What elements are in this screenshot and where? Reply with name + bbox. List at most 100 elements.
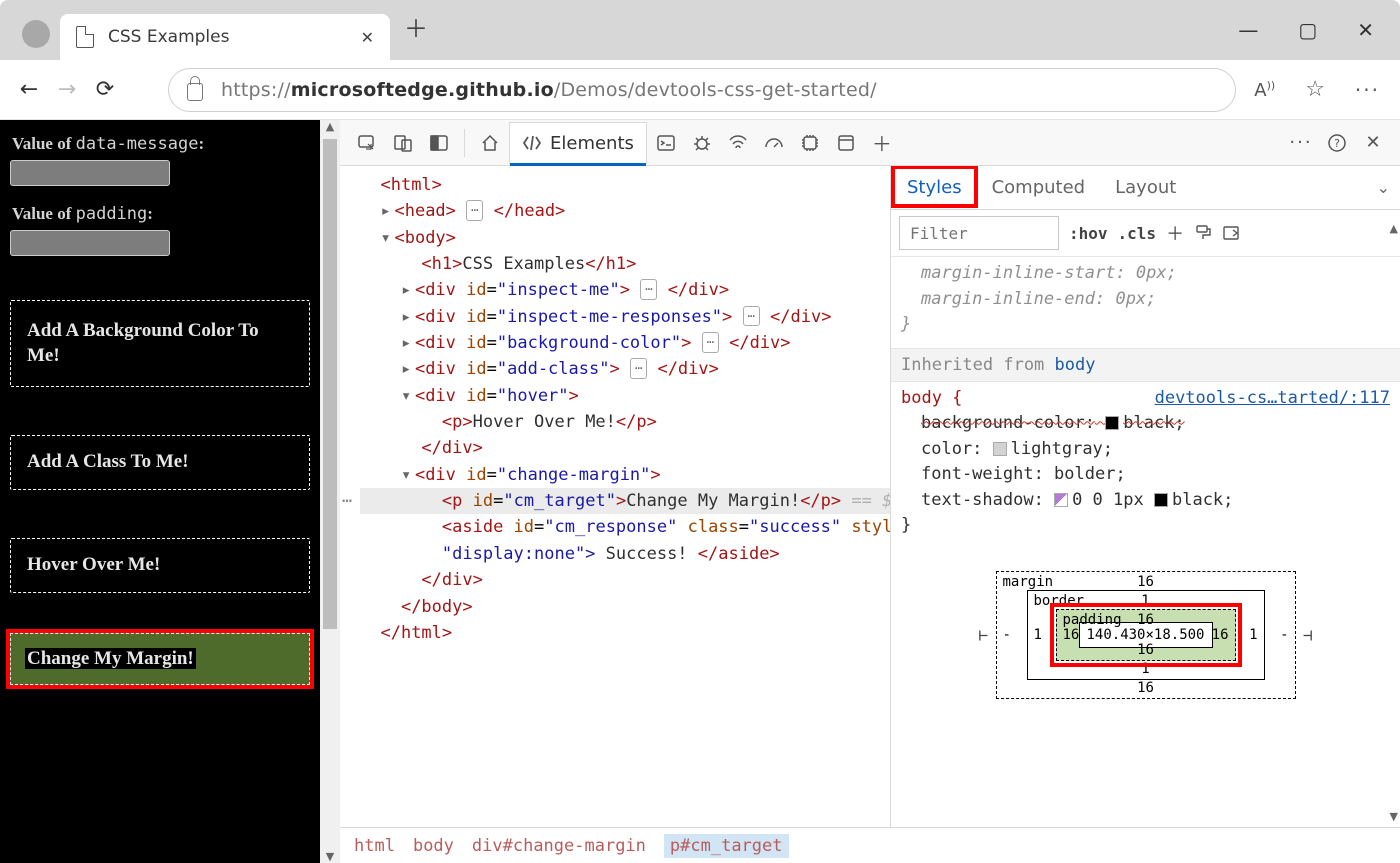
tree-row[interactable]: ▸<head> ⋯ </head>: [360, 198, 890, 224]
paint-icon[interactable]: [1194, 224, 1212, 242]
add-tab-icon[interactable]: ＋: [865, 126, 899, 160]
tree-row[interactable]: ▾<div id="change-margin">: [360, 462, 890, 488]
tree-row[interactable]: ▸<div id="add-class"> ⋯ </div>: [360, 356, 890, 382]
styles-rule-body[interactable]: body { devtools-cs…tarted/:117 backgroun…: [891, 382, 1400, 549]
home-icon[interactable]: [473, 126, 507, 160]
forward-button[interactable]: →: [52, 77, 82, 102]
styles-rules[interactable]: margin-inline-start: 0px; margin-inline-…: [891, 257, 1400, 348]
new-tab-button[interactable]: ＋: [404, 9, 428, 44]
devtools: Elements ＋ ··· ? ✕ <html> ▸<head> ⋯ </he…: [340, 120, 1400, 863]
tree-row[interactable]: <aside id="cm_response" class="success" …: [360, 514, 890, 540]
subtab-computed[interactable]: Computed: [986, 171, 1092, 204]
page-icon: [76, 26, 94, 48]
url-prefix: https://: [221, 79, 291, 101]
padding-label: padding: [1063, 612, 1122, 628]
network-icon[interactable]: [721, 126, 755, 160]
subtab-layout[interactable]: Layout: [1109, 171, 1182, 204]
close-tab-icon[interactable]: ✕: [361, 28, 374, 47]
read-aloud-icon[interactable]: A)): [1254, 79, 1275, 101]
breadcrumb-item-active[interactable]: p#cm_target: [664, 834, 789, 858]
border-label: border: [1034, 593, 1085, 609]
tree-row[interactable]: </div>: [360, 435, 890, 461]
address-bar: ← → ⟳ https://microsoftedge.github.io/De…: [0, 60, 1400, 120]
memory-icon[interactable]: [793, 126, 827, 160]
chevron-down-icon[interactable]: ⌄: [1377, 178, 1390, 197]
data-message-field[interactable]: [10, 160, 170, 186]
device-toggle-icon[interactable]: [386, 126, 420, 160]
breadcrumb-item[interactable]: body: [413, 836, 454, 856]
filter-input[interactable]: [899, 216, 1059, 250]
tree-row[interactable]: <h1>CSS Examples</h1>: [360, 251, 890, 277]
close-window-icon[interactable]: ✕: [1357, 18, 1374, 42]
padding-field[interactable]: [10, 230, 170, 256]
toggle-pane-icon[interactable]: [1222, 224, 1240, 242]
more-icon[interactable]: ···: [1355, 78, 1380, 102]
console-icon[interactable]: [649, 126, 683, 160]
tree-row[interactable]: ▸<div id="inspect-me"> ⋯ </div>: [360, 277, 890, 303]
breadcrumb-item[interactable]: div#change-margin: [472, 836, 646, 856]
box-model[interactable]: margin 16 16 - - ⊢ ⊣ border 1 1 1 1: [996, 571, 1296, 699]
scroll-up-icon[interactable]: ▲: [326, 120, 334, 133]
scroll-down-icon[interactable]: ▼: [326, 850, 334, 863]
minimize-icon[interactable]: —: [1238, 18, 1258, 42]
devtools-more-icon[interactable]: ···: [1284, 126, 1318, 160]
application-icon[interactable]: [829, 126, 863, 160]
tree-row[interactable]: </body>: [360, 594, 890, 620]
box-hover[interactable]: Hover Over Me!: [10, 538, 310, 593]
browser-tab[interactable]: CSS Examples ✕: [60, 14, 390, 60]
hov-button[interactable]: :hov: [1069, 224, 1108, 243]
devtools-toolbar: Elements ＋ ··· ? ✕: [340, 120, 1400, 166]
lock-icon: [187, 83, 203, 101]
profile-avatar[interactable]: [22, 20, 50, 48]
close-devtools-icon[interactable]: ✕: [1356, 126, 1390, 160]
titlebar: CSS Examples ✕ ＋ — ▢ ✕: [0, 0, 1400, 60]
source-link[interactable]: devtools-cs…tarted/:117: [1155, 386, 1390, 412]
tree-row[interactable]: </div>: [360, 567, 890, 593]
cls-button[interactable]: .cls: [1118, 224, 1157, 243]
new-style-rule-icon[interactable]: ＋: [1166, 220, 1184, 246]
elements-icon: [522, 134, 542, 152]
tree-row-selected[interactable]: ⋯ <p id="cm_target">Change My Margin!</p…: [360, 488, 890, 514]
subtab-styles[interactable]: Styles: [901, 171, 968, 204]
page-scrollbar[interactable]: ▲ ▼: [320, 120, 340, 863]
selector-body: body {: [901, 388, 962, 408]
favorite-icon[interactable]: ☆: [1305, 77, 1325, 102]
tree-row[interactable]: <p>Hover Over Me!</p>: [360, 409, 890, 435]
maximize-icon[interactable]: ▢: [1298, 18, 1317, 42]
tree-row[interactable]: </html>: [360, 620, 890, 646]
box-add-class[interactable]: Add A Class To Me!: [10, 435, 310, 490]
svg-text:?: ?: [1334, 137, 1340, 150]
elements-tree[interactable]: <html> ▸<head> ⋯ </head> ▾<body> <h1>CSS…: [340, 166, 890, 827]
elements-breadcrumb[interactable]: html body div#change-margin p#cm_target: [340, 827, 1400, 863]
styles-scroll-up[interactable]: ▲: [1390, 222, 1398, 235]
breadcrumb-item[interactable]: html: [354, 836, 395, 856]
tree-row[interactable]: <html>: [360, 172, 890, 198]
label-data-message: Value of data-message:: [12, 134, 308, 154]
tree-row[interactable]: ▾<body>: [360, 225, 890, 251]
tree-row[interactable]: "display:none"> Success! </aside>: [360, 541, 890, 567]
help-icon[interactable]: ?: [1320, 126, 1354, 160]
inherited-selector-link[interactable]: body: [1055, 355, 1096, 375]
styles-subtabs: Styles Computed Layout ⌄: [891, 166, 1400, 210]
styles-pane: Styles Computed Layout ⌄ :hov .cls ＋ ma: [890, 166, 1400, 827]
tab-elements[interactable]: Elements: [509, 122, 647, 164]
tab-title: CSS Examples: [108, 27, 229, 47]
tree-row[interactable]: ▾<div id="hover">: [360, 383, 890, 409]
refresh-button[interactable]: ⟳: [90, 77, 120, 102]
url-host: microsoftedge.github.io: [291, 79, 554, 101]
tab-elements-label: Elements: [550, 133, 634, 154]
styles-scroll-down[interactable]: ▼: [1390, 810, 1398, 823]
box-background-color[interactable]: Add A Background Color To Me!: [10, 300, 310, 387]
dock-icon[interactable]: [422, 126, 456, 160]
box-change-margin[interactable]: Change My Margin!: [10, 633, 310, 685]
inspect-element-icon[interactable]: [350, 126, 384, 160]
styles-toolbar: :hov .cls ＋: [891, 210, 1400, 257]
tree-row[interactable]: ▸<div id="background-color"> ⋯ </div>: [360, 330, 890, 356]
performance-icon[interactable]: [757, 126, 791, 160]
tree-row[interactable]: ▸<div id="inspect-me-responses"> ⋯ </div…: [360, 304, 890, 330]
url-box[interactable]: https://microsoftedge.github.io/Demos/de…: [168, 68, 1236, 112]
back-button[interactable]: ←: [14, 77, 44, 102]
scroll-thumb[interactable]: [323, 139, 337, 629]
label-padding: Value of padding:: [12, 204, 308, 224]
bug-icon[interactable]: [685, 126, 719, 160]
